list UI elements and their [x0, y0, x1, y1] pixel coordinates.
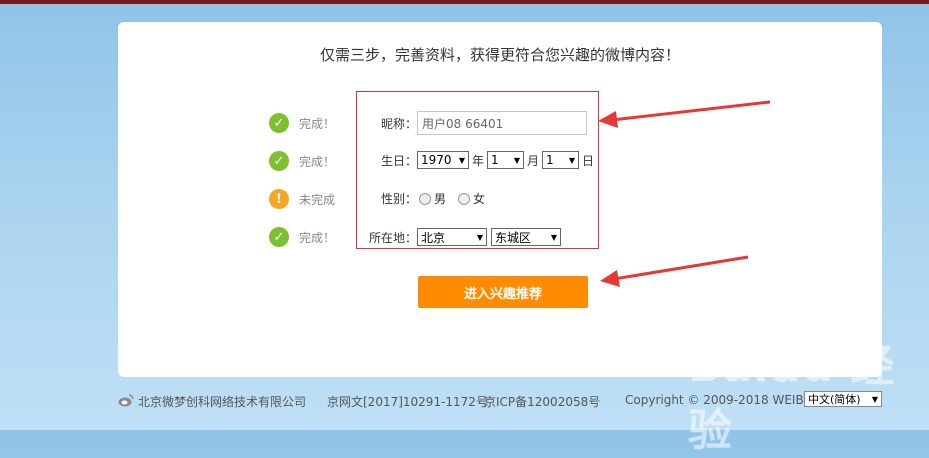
red-arrow-icon: [598, 100, 771, 128]
footer-company: 北京微梦创科网络技术有限公司: [138, 395, 307, 409]
weibo-logo-icon: [118, 394, 134, 407]
baidu-watermark: Baidu 经验: [688, 341, 896, 456]
red-arrow-icon: [600, 255, 749, 287]
footer-icp-link[interactable]: 京ICP备12002058号: [484, 393, 600, 410]
footer-license-link[interactable]: 京网文[2017]10291-1172号: [327, 393, 488, 410]
